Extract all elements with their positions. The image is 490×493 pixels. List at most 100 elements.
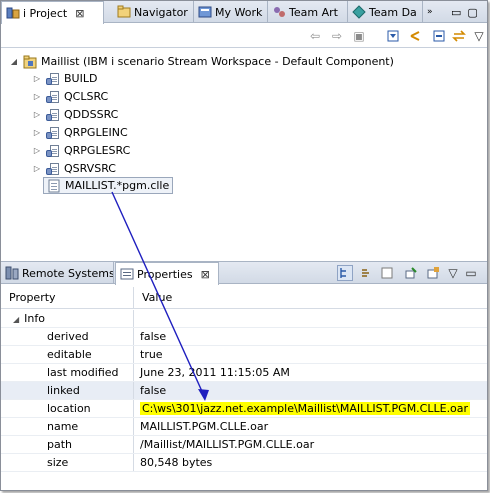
tab-i-project[interactable]: i Project ⊠ bbox=[1, 1, 104, 24]
new-view-icon[interactable] bbox=[425, 265, 441, 281]
tree-item-label: QRPGLESRC bbox=[64, 144, 131, 157]
up-icon[interactable]: ▣ bbox=[351, 28, 367, 44]
team-dashboard-icon bbox=[352, 5, 366, 19]
tab-team-artifacts[interactable]: Team Art bbox=[268, 1, 348, 23]
collapsed-icon[interactable]: ▷ bbox=[32, 164, 42, 174]
tree-item[interactable]: ▷ QRPGLESRC bbox=[32, 142, 130, 159]
tab-my-work[interactable]: My Work bbox=[194, 1, 268, 23]
navigator-icon bbox=[117, 5, 131, 19]
bottom-view-tabbar: Remote Systems Properties ⊠ ▽ ▭ bbox=[1, 262, 487, 285]
table-row[interactable]: last modified June 23, 2011 11:15:05 AM bbox=[1, 364, 487, 382]
category-label: Info bbox=[24, 312, 45, 325]
back-icon[interactable]: ⇦ bbox=[307, 28, 323, 44]
tree-item[interactable]: ▷ QRPGLEINC bbox=[32, 124, 128, 141]
project-toolbar: ⇦ ⇨ ▣ ▽ bbox=[1, 24, 487, 48]
restore-default-icon[interactable] bbox=[379, 265, 395, 281]
link-with-editor-icon[interactable] bbox=[407, 28, 423, 44]
tree-item-selected[interactable]: MAILLIST.*pgm.clle bbox=[43, 177, 174, 194]
property-value: June 23, 2011 11:15:05 AM bbox=[140, 366, 290, 379]
tab-label: Team Art bbox=[289, 5, 338, 19]
view-menu-icon[interactable]: ▽ bbox=[445, 265, 461, 281]
table-row[interactable]: derived false bbox=[1, 328, 487, 346]
collapsed-icon[interactable]: ▷ bbox=[32, 128, 42, 138]
show-advanced-icon[interactable] bbox=[359, 265, 375, 281]
i-project-icon bbox=[6, 6, 20, 20]
table-row[interactable]: editable true bbox=[1, 346, 487, 364]
forward-icon[interactable]: ⇨ bbox=[329, 28, 345, 44]
tree-item[interactable]: ▷ QCLSRC bbox=[32, 88, 108, 105]
view-menu-icon[interactable]: ▽ bbox=[471, 28, 487, 44]
expanded-icon[interactable]: ◢ bbox=[9, 57, 19, 67]
project-icon bbox=[23, 55, 37, 69]
close-icon[interactable]: ⊠ bbox=[75, 7, 84, 20]
property-value: MAILLIST.PGM.CLLE.oar bbox=[140, 420, 269, 433]
tab-team-dashboards[interactable]: Team Da bbox=[348, 1, 423, 23]
table-row[interactable]: location C:\ws\301\jazz.net.example\Mail… bbox=[1, 400, 487, 418]
property-key: path bbox=[1, 436, 134, 453]
properties-toolbar: ▽ ▭ bbox=[327, 262, 487, 284]
location-highlight: C:\ws\301\jazz.net.example\Maillist\MAIL… bbox=[140, 402, 471, 415]
category-cell: ◢ Info bbox=[1, 310, 134, 327]
show-categories-icon[interactable] bbox=[337, 265, 353, 281]
table-row[interactable]: name MAILLIST.PGM.CLLE.oar bbox=[1, 418, 487, 436]
tab-label: Properties bbox=[137, 267, 193, 281]
tab-label: Navigator bbox=[134, 5, 188, 19]
remote-systems-icon bbox=[5, 266, 19, 280]
category-row-info[interactable]: ◢ Info bbox=[1, 310, 487, 328]
maximize-icon[interactable]: ▢ bbox=[467, 6, 477, 19]
tab-navigator[interactable]: Navigator bbox=[113, 1, 194, 23]
minimize-icon[interactable]: ▭ bbox=[451, 6, 461, 19]
close-icon[interactable]: ⊠ bbox=[201, 268, 210, 281]
tree-item-label: QRPGLEINC bbox=[64, 126, 128, 139]
team-artifacts-icon bbox=[272, 5, 286, 19]
property-value-cell: C:\ws\301\jazz.net.example\Maillist\MAIL… bbox=[134, 400, 471, 417]
tree-item[interactable]: ▷ BUILD bbox=[32, 70, 98, 87]
column-header-property[interactable]: Property bbox=[1, 287, 134, 309]
eclipse-window: i Project ⊠ Navigator My Work Team Art T… bbox=[0, 0, 488, 491]
view-menu-button[interactable]: » bbox=[423, 1, 443, 23]
tree-root-node[interactable]: ◢ Maillist (IBM i scenario Stream Worksp… bbox=[9, 53, 394, 70]
source-file-icon bbox=[46, 144, 60, 158]
table-row-selected[interactable]: linked false bbox=[1, 382, 487, 400]
tree-item[interactable]: ▷ QSRVSRC bbox=[32, 160, 116, 177]
tree-item-label: BUILD bbox=[64, 72, 98, 85]
collapsed-icon[interactable]: ▷ bbox=[32, 92, 42, 102]
property-key: last modified bbox=[1, 364, 134, 381]
tab-properties[interactable]: Properties ⊠ bbox=[115, 262, 219, 285]
tree-root-label: Maillist (IBM i scenario Stream Workspac… bbox=[41, 55, 394, 68]
expanded-icon[interactable]: ◢ bbox=[13, 315, 19, 324]
source-file-icon bbox=[46, 90, 60, 104]
property-key: name bbox=[1, 418, 134, 435]
tab-label: My Work bbox=[215, 5, 263, 19]
table-row[interactable]: path /Maillist/MAILLIST.PGM.CLLE.oar bbox=[1, 436, 487, 454]
property-value: true bbox=[140, 348, 163, 361]
collapsed-icon[interactable]: ▷ bbox=[32, 74, 42, 84]
properties-icon bbox=[120, 267, 134, 281]
source-file-icon bbox=[46, 126, 60, 140]
top-view-tabbar: i Project ⊠ Navigator My Work Team Art T… bbox=[1, 1, 489, 24]
collapsed-icon[interactable]: ▷ bbox=[32, 110, 42, 120]
table-row[interactable]: size 80,548 bytes bbox=[1, 454, 487, 472]
source-file-icon bbox=[46, 162, 60, 176]
sync-icon[interactable] bbox=[451, 28, 467, 44]
tree-item-label: QDDSSRC bbox=[64, 108, 119, 121]
minimize-icon[interactable]: ▭ bbox=[463, 265, 479, 281]
tree-item-label: QCLSRC bbox=[64, 90, 109, 103]
filter-icon[interactable] bbox=[385, 28, 401, 44]
tree-item[interactable]: ▷ QDDSSRC bbox=[32, 106, 118, 123]
tree-item-label: QSRVSRC bbox=[64, 162, 116, 175]
collapse-all-icon[interactable] bbox=[431, 28, 447, 44]
tab-remote-systems[interactable]: Remote Systems bbox=[1, 262, 114, 284]
view-controls: ▭ ▢ bbox=[447, 1, 489, 23]
property-key: derived bbox=[1, 328, 134, 345]
collapsed-icon[interactable]: ▷ bbox=[32, 146, 42, 156]
property-key: linked bbox=[1, 382, 134, 399]
column-header-value[interactable]: Value bbox=[134, 287, 487, 309]
tab-label: Team Da bbox=[369, 5, 417, 19]
program-object-icon bbox=[47, 179, 61, 193]
source-file-icon bbox=[46, 72, 60, 86]
pin-view-icon[interactable] bbox=[403, 265, 419, 281]
property-value: false bbox=[140, 384, 167, 397]
property-key: location bbox=[1, 400, 134, 417]
source-file-icon bbox=[46, 108, 60, 122]
